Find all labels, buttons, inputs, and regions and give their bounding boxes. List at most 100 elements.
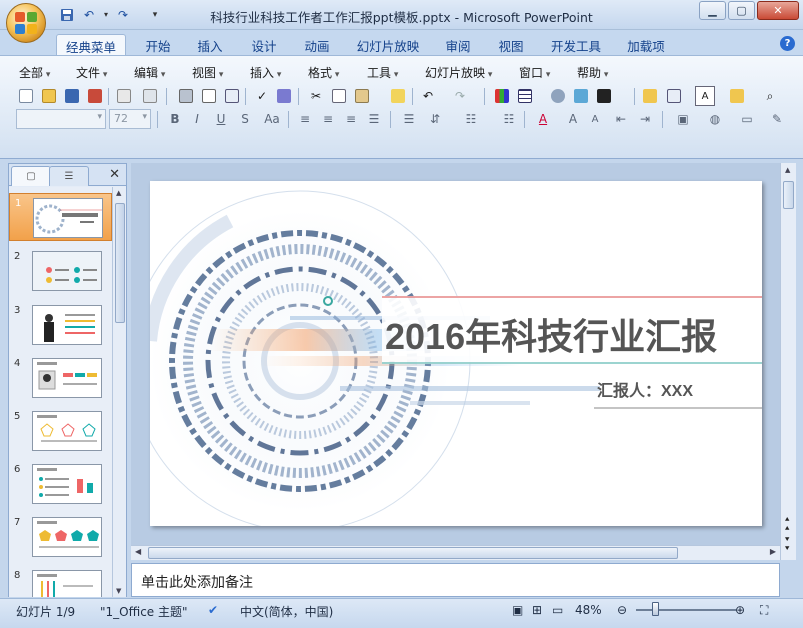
slide-sorter-icon[interactable]: ⊞ — [532, 603, 542, 617]
slide-subtitle[interactable]: 汇报人：XXX — [597, 377, 693, 401]
menu-insert[interactable]: 插入 — [250, 64, 281, 81]
layout-icon[interactable] — [222, 86, 242, 106]
editor-scroll-thumb[interactable] — [783, 181, 794, 209]
font-color-icon[interactable]: A — [534, 109, 552, 129]
undo-icon[interactable]: ↶ — [418, 86, 438, 106]
insert-chart-icon[interactable] — [492, 86, 512, 106]
menu-window[interactable]: 窗口 — [519, 64, 550, 81]
thumbnails-scroll-thumb[interactable] — [115, 203, 125, 323]
slideshow-icon[interactable]: ▭ — [552, 603, 563, 617]
outline-tab[interactable]: ☰ — [49, 166, 89, 186]
fit-to-window-icon[interactable]: ⛶ — [760, 603, 768, 618]
scroll-right-icon[interactable]: ▶ — [770, 547, 776, 556]
insert-folder-icon[interactable] — [727, 86, 747, 106]
tab-addins[interactable]: 加载项 — [620, 34, 672, 55]
tab-classic-menu[interactable]: 经典菜单 — [56, 34, 126, 55]
slide-thumb-1[interactable]: 1 — [9, 193, 112, 241]
change-case-button[interactable]: Aa — [261, 109, 283, 129]
italic-button[interactable]: I — [188, 109, 206, 129]
slide-thumb-4[interactable]: 4 — [9, 354, 112, 402]
editor-hscroll-thumb[interactable] — [148, 547, 678, 559]
redo-icon[interactable]: ↷ — [450, 86, 470, 106]
minimize-button[interactable]: ▁ — [699, 1, 726, 20]
spell-check-icon[interactable]: ✔ — [208, 603, 218, 617]
zoom-slider[interactable] — [636, 609, 736, 611]
increase-indent-icon[interactable]: ⇥ — [636, 109, 654, 129]
slide-layout-icon[interactable] — [664, 86, 684, 106]
cut-icon[interactable]: ✂ — [306, 86, 326, 106]
decrease-indent-icon[interactable]: ⇤ — [612, 109, 630, 129]
new-file-icon[interactable] — [16, 86, 36, 106]
shape-outline-icon[interactable]: ✎ — [768, 109, 786, 129]
slide-thumb-3[interactable]: 3 — [9, 301, 112, 349]
slides-tab[interactable]: ▢ — [11, 166, 51, 186]
print-preview-icon[interactable] — [199, 86, 219, 106]
shape-fill-icon[interactable]: ▭ — [738, 109, 756, 129]
slide-canvas[interactable]: 2016年科技行业汇报 汇报人：XXX — [150, 181, 762, 526]
zoom-in-icon[interactable]: ⊕ — [735, 603, 745, 617]
menu-help[interactable]: 帮助 — [577, 64, 608, 81]
font-name-combo[interactable] — [16, 109, 106, 129]
tab-home[interactable]: 开始 — [138, 34, 178, 55]
slide-thumb-7[interactable]: 7 — [9, 513, 112, 561]
tab-developer[interactable]: 开发工具 — [544, 34, 608, 55]
grow-font-icon[interactable]: A — [564, 109, 582, 129]
tab-review[interactable]: 审阅 — [438, 34, 478, 55]
scroll-down-icon[interactable]: ▼ — [116, 587, 121, 595]
color-scheme-icon[interactable] — [594, 86, 614, 106]
spelling-icon[interactable]: ✓ — [252, 86, 272, 106]
underline-button[interactable]: U — [212, 109, 230, 129]
font-size-combo[interactable]: 72 — [109, 109, 151, 129]
editor-horizontal-scrollbar[interactable]: ◀ ▶ — [131, 545, 780, 560]
insert-picture-icon[interactable] — [571, 86, 591, 106]
close-pane-icon[interactable]: ✕ — [109, 167, 120, 182]
slide-title-box[interactable]: 2016年科技行业汇报 — [382, 296, 762, 364]
numbering-icon[interactable]: ☷ — [462, 109, 480, 129]
align-left-icon[interactable]: ≡ — [296, 109, 314, 129]
tab-view[interactable]: 视图 — [491, 34, 531, 55]
menu-edit[interactable]: 编辑 — [134, 64, 165, 81]
line-spacing-icon[interactable]: ☰ — [400, 109, 418, 129]
save-icon[interactable] — [62, 86, 82, 106]
textbox-icon[interactable]: A — [695, 86, 715, 106]
notes-pane[interactable]: 单击此处添加备注 — [131, 563, 780, 597]
slide-thumb-2[interactable]: 2 — [9, 247, 112, 295]
arrange-icon[interactable]: ▣ — [674, 109, 692, 129]
zoom-slider-knob[interactable] — [652, 602, 659, 616]
menu-tools[interactable]: 工具 — [367, 64, 398, 81]
permission-icon[interactable] — [85, 86, 105, 106]
scroll-left-icon[interactable]: ◀ — [135, 547, 141, 556]
email-icon[interactable] — [114, 86, 134, 106]
format-painter-icon[interactable] — [388, 86, 408, 106]
print-pdf-icon[interactable] — [140, 86, 160, 106]
research-icon[interactable] — [274, 86, 294, 106]
align-right-icon[interactable]: ≡ — [342, 109, 360, 129]
slide-thumb-8[interactable]: 8 — [9, 566, 112, 597]
open-folder-icon[interactable] — [39, 86, 59, 106]
search-icon[interactable]: ⌕ — [760, 86, 780, 106]
office-button[interactable] — [6, 3, 46, 43]
copy-icon[interactable] — [329, 86, 349, 106]
bold-button[interactable]: B — [166, 109, 184, 129]
tab-animations[interactable]: 动画 — [297, 34, 337, 55]
help-icon[interactable]: ? — [780, 36, 795, 51]
align-center-icon[interactable]: ≡ — [319, 109, 337, 129]
text-direction-icon[interactable]: ⇵ — [426, 109, 444, 129]
bullets-icon[interactable]: ☷ — [500, 109, 518, 129]
maximize-button[interactable]: ▢ — [728, 1, 755, 20]
new-slide-icon[interactable] — [640, 86, 660, 106]
paste-icon[interactable] — [352, 86, 372, 106]
quick-styles-icon[interactable]: ◍ — [706, 109, 724, 129]
menu-format[interactable]: 格式 — [308, 64, 339, 81]
scroll-up-icon[interactable]: ▲ — [116, 189, 121, 197]
justify-icon[interactable]: ☰ — [365, 109, 383, 129]
slide-thumb-5[interactable]: 5 — [9, 407, 112, 455]
thumbnails-scrollbar[interactable]: ▲ ▼ — [112, 187, 126, 597]
next-slide-icon[interactable]: ⯆ ⯆ — [784, 535, 790, 553]
menu-slideshow[interactable]: 幻灯片放映 — [425, 64, 492, 81]
language-indicator[interactable]: 中文(简体，中国) — [240, 603, 333, 620]
zoom-out-icon[interactable]: ⊖ — [617, 603, 627, 617]
insert-smartart-icon[interactable] — [548, 86, 568, 106]
menu-all[interactable]: 全部 — [19, 64, 50, 81]
close-button[interactable]: ✕ — [757, 1, 799, 20]
